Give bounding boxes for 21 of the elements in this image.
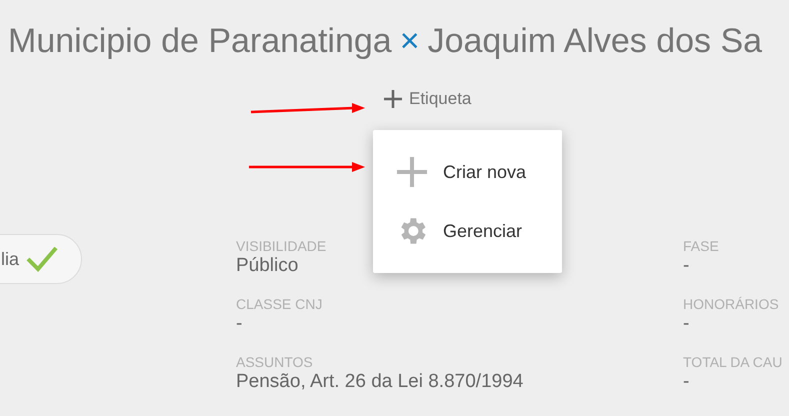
menu-item[interactable]: Criar nova bbox=[373, 142, 562, 202]
menu-item[interactable]: Gerenciar bbox=[373, 202, 562, 260]
versus-mark: × bbox=[400, 22, 420, 61]
plus-icon bbox=[383, 89, 403, 109]
field-value: Pensão, Art. 26 da Lei 8.870/1994 bbox=[236, 371, 524, 393]
case-title: Municipio de Paranatinga bbox=[8, 22, 392, 61]
field-label: HONORÁRIOS bbox=[683, 296, 779, 313]
field-value: - bbox=[236, 313, 242, 335]
field-label: ASSUNTOS bbox=[236, 354, 313, 371]
field-label: TOTAL DA CAU bbox=[683, 354, 782, 371]
case-title: Joaquim Alves dos Sa bbox=[428, 22, 762, 61]
field-label: FASE bbox=[683, 238, 719, 255]
field-value: - bbox=[683, 313, 690, 335]
field-label: CLASSE CNJ bbox=[236, 296, 322, 313]
tag-button[interactable]: Etiqueta bbox=[381, 87, 474, 111]
field-value: Público bbox=[236, 255, 298, 277]
plus-icon bbox=[395, 155, 429, 189]
status-chip[interactable]: lia bbox=[0, 234, 82, 284]
field-label: VISIBILIDADE bbox=[236, 238, 326, 255]
field-value: - bbox=[683, 371, 690, 393]
field-value: - bbox=[683, 255, 690, 277]
